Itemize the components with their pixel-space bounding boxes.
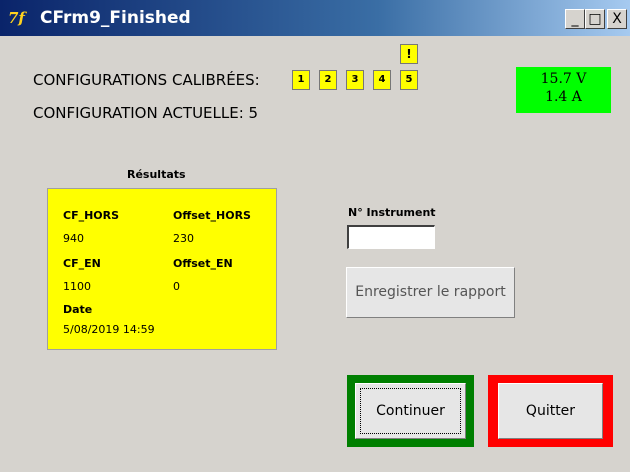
app-window: 7f CFrm9_Finished _ □ X CONFIGURATIONS C…: [0, 0, 630, 472]
save-report-button[interactable]: Enregistrer le rapport: [346, 267, 515, 318]
cf-en-value: 1100: [63, 280, 91, 293]
cf-en-label: CF_EN: [63, 257, 101, 270]
minimize-button[interactable]: _: [565, 9, 585, 29]
voltage-value: 15.7 V: [540, 71, 587, 87]
calibrated-configurations-label: CONFIGURATIONS CALIBRÉES:: [33, 71, 260, 89]
cf-hors-value: 940: [63, 232, 84, 245]
configuration-button-2[interactable]: 2: [319, 70, 337, 90]
offset-en-label: Offset_EN: [173, 257, 233, 270]
cf-hors-label: CF_HORS: [63, 209, 120, 222]
maximize-button[interactable]: □: [585, 9, 605, 29]
app-icon: 7f: [8, 9, 25, 27]
configuration-button-1[interactable]: 1: [292, 70, 310, 90]
configuration-button-3[interactable]: 3: [346, 70, 364, 90]
focus-ring: [360, 388, 461, 434]
continue-button-frame: Continuer: [347, 375, 474, 447]
current-value: 1.4 A: [545, 89, 582, 105]
instrument-number-input[interactable]: [347, 225, 435, 249]
close-button[interactable]: X: [607, 9, 627, 29]
power-readout: 15.7 V 1.4 A: [516, 67, 611, 113]
current-configuration-label: CONFIGURATION ACTUELLE: 5: [33, 104, 259, 122]
configuration-button-4[interactable]: 4: [373, 70, 391, 90]
quit-button[interactable]: Quitter: [498, 383, 603, 439]
offset-hors-value: 230: [173, 232, 194, 245]
configuration-button-5[interactable]: 5: [400, 70, 418, 90]
date-label: Date: [63, 303, 93, 316]
instrument-number-label: N° Instrument: [348, 206, 436, 219]
results-title: Résultats: [127, 168, 186, 181]
continue-button[interactable]: Continuer: [355, 383, 466, 439]
offset-en-value: 0: [173, 280, 180, 293]
date-value: 5/08/2019 14:59: [63, 323, 155, 336]
quit-button-frame: Quitter: [488, 375, 613, 447]
offset-hors-label: Offset_HORS: [173, 209, 251, 222]
title-bar[interactable]: 7f CFrm9_Finished _ □ X: [0, 0, 630, 36]
window-title: CFrm9_Finished: [40, 8, 191, 28]
warning-icon: !: [400, 44, 418, 64]
results-panel: CF_HORS 940 Offset_HORS 230 CF_EN 1100 O…: [47, 188, 277, 350]
